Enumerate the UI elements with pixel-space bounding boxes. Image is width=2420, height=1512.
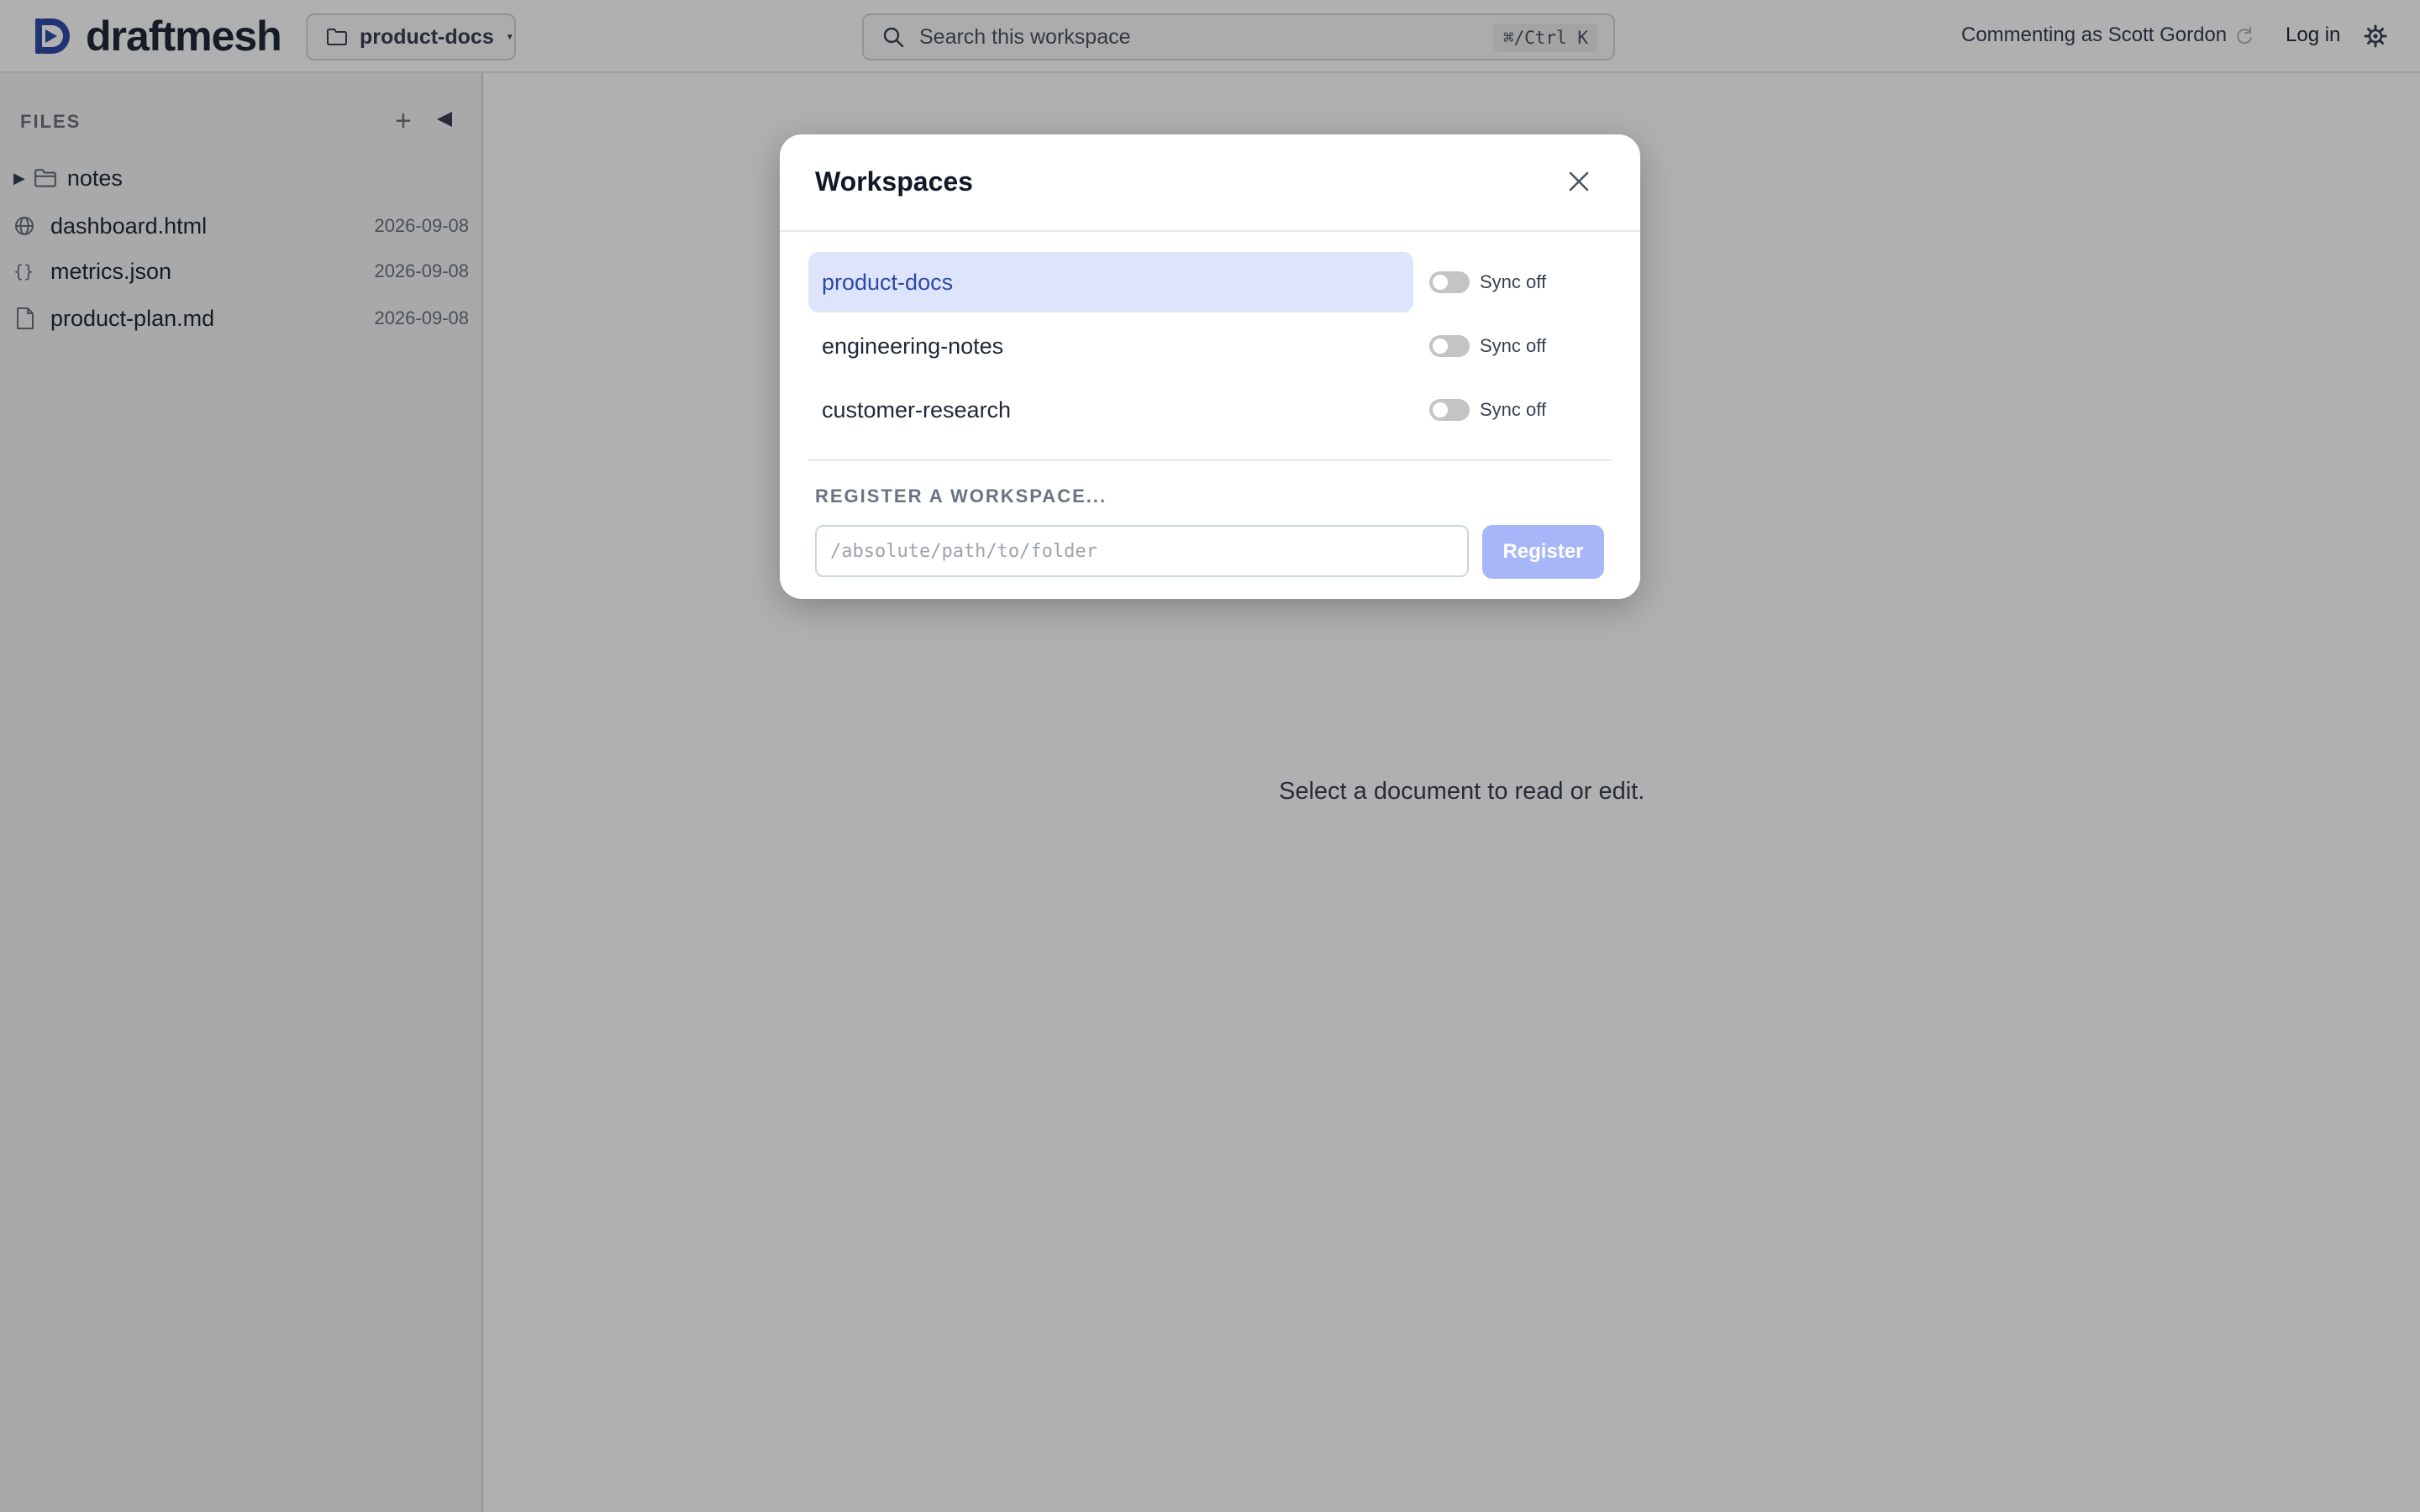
- close-icon[interactable]: [1567, 170, 1591, 193]
- workspace-name: product-docs: [822, 269, 954, 295]
- workspace-path-input[interactable]: [815, 525, 1469, 577]
- sync-toggle[interactable]: [1429, 399, 1470, 421]
- sync-label: Sync off: [1480, 335, 1547, 356]
- sync-label: Sync off: [1480, 399, 1547, 420]
- dialog-header-divider: [780, 230, 1640, 232]
- sync-control: Sync off: [1429, 333, 1546, 359]
- sync-toggle[interactable]: [1429, 271, 1470, 293]
- workspace-row-product-docs[interactable]: product-docs: [808, 252, 1413, 312]
- register-heading: REGISTER A WORKSPACE...: [815, 486, 1107, 507]
- sync-control: Sync off: [1429, 397, 1546, 423]
- dialog-title: Workspaces: [815, 166, 973, 197]
- workspace-name: engineering-notes: [822, 333, 1004, 359]
- section-divider: [808, 459, 1612, 461]
- workspace-name: customer-research: [822, 396, 1012, 423]
- workspace-row-customer-research[interactable]: customer-research: [808, 380, 1413, 440]
- register-button[interactable]: Register: [1482, 525, 1604, 579]
- workspaces-dialog: Workspaces product-docs Sync off enginee…: [780, 134, 1640, 599]
- sync-label: Sync off: [1480, 271, 1547, 292]
- sync-toggle[interactable]: [1429, 335, 1470, 357]
- sync-control: Sync off: [1429, 270, 1546, 295]
- workspace-row-engineering-notes[interactable]: engineering-notes: [808, 316, 1413, 376]
